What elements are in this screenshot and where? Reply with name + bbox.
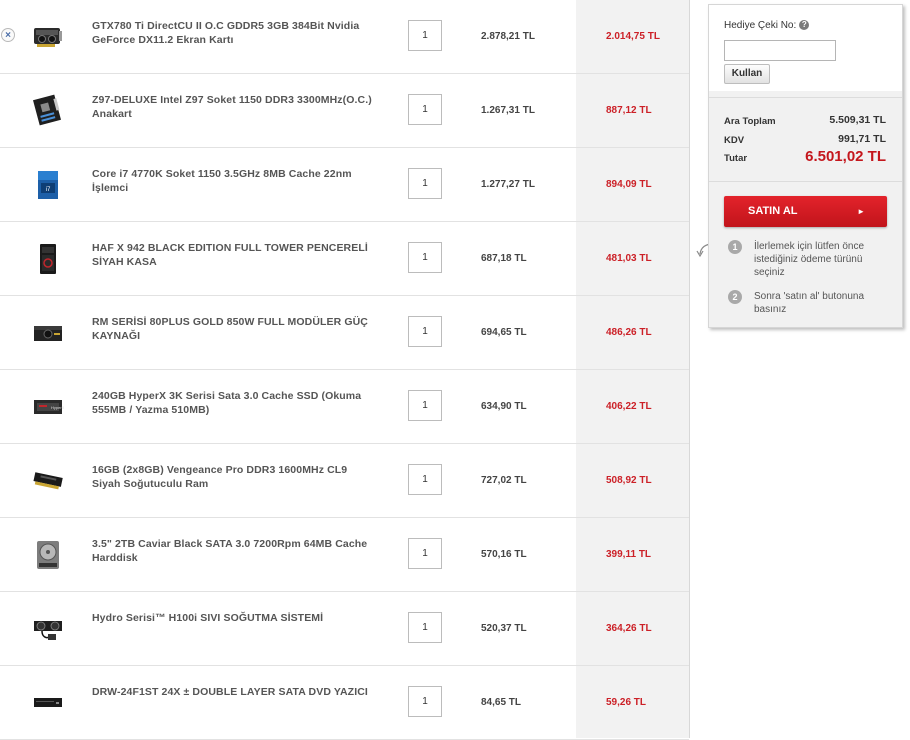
dvd-drive-icon[interactable] — [30, 685, 66, 721]
graphics-card-icon[interactable] — [30, 19, 66, 55]
ram-icon[interactable] — [30, 463, 66, 499]
cart-row: 16GB (2x8GB) Vengeance Pro DDR3 1600MHz … — [0, 444, 689, 518]
quantity-input[interactable]: 1 — [408, 464, 442, 495]
unit-price: 2.878,21 TL — [481, 31, 535, 42]
quantity-input[interactable]: 1 — [408, 20, 442, 51]
quantity-input[interactable]: 1 — [408, 242, 442, 273]
help-icon[interactable]: ? — [799, 20, 810, 31]
buy-button[interactable]: SATIN AL ► — [724, 196, 887, 227]
discounted-price: 894,09 TL — [606, 179, 652, 190]
quantity-input[interactable]: 1 — [408, 94, 442, 125]
ssd-icon[interactable]: HyperX — [30, 389, 66, 425]
product-name[interactable]: Z97-DELUXE Intel Z97 Soket 1150 DDR3 330… — [92, 94, 372, 121]
total-label: Tutar — [724, 153, 748, 164]
unit-price: 1.277,27 TL — [481, 179, 535, 190]
cart-row: RM SERİSİ 80PLUS GOLD 850W FULL MODÜLER … — [0, 296, 689, 370]
product-name[interactable]: 240GB HyperX 3K Serisi Sata 3.0 Cache SS… — [92, 390, 372, 417]
cart-row: 3.5" 2TB Caviar Black SATA 3.0 7200Rpm 6… — [0, 518, 689, 592]
discounted-price: 486,26 TL — [606, 327, 652, 338]
unit-price: 634,90 TL — [481, 401, 527, 412]
product-name[interactable]: Hydro Serisi™ H100i SIVI SOĞUTMA SİSTEMİ — [92, 612, 372, 626]
quantity-input[interactable]: 1 — [408, 612, 442, 643]
subtotal-value: 5.509,31 TL — [829, 114, 886, 126]
step-number-badge: 1 — [728, 240, 742, 254]
gift-voucher-label-text: Hediye Çeki No: — [724, 20, 797, 31]
unit-price: 520,37 TL — [481, 623, 527, 634]
cart-row: HAF X 942 BLACK EDITION FULL TOWER PENCE… — [0, 222, 689, 296]
step-number-badge: 2 — [728, 290, 742, 304]
product-name[interactable]: 16GB (2x8GB) Vengeance Pro DDR3 1600MHz … — [92, 464, 372, 491]
hard-disk-icon[interactable] — [30, 537, 66, 573]
motherboard-icon[interactable] — [30, 93, 66, 129]
quantity-input[interactable]: 1 — [408, 686, 442, 717]
unit-price: 687,18 TL — [481, 253, 527, 264]
quantity-input[interactable]: 1 — [408, 538, 442, 569]
discounted-price: 364,26 TL — [606, 623, 652, 634]
quantity-input[interactable]: 1 — [408, 390, 442, 421]
subtotal-label: Ara Toplam — [724, 116, 776, 127]
power-supply-icon[interactable] — [30, 315, 66, 351]
cart-row: HyperX 240GB HyperX 3K Serisi Sata 3.0 Ca… — [0, 370, 689, 444]
gift-voucher-label: Hediye Çeki No:? — [724, 20, 810, 31]
discounted-price: 399,11 TL — [606, 549, 652, 560]
unit-price: 1.267,31 TL — [481, 105, 535, 116]
play-arrow-icon: ► — [857, 207, 865, 216]
cpu-box-icon[interactable]: i7 — [30, 167, 66, 203]
pc-case-icon[interactable] — [30, 241, 66, 277]
product-name[interactable]: Core i7 4770K Soket 1150 3.5GHz 8MB Cach… — [92, 168, 372, 195]
discounted-price: 2.014,75 TL — [606, 31, 660, 42]
discounted-price: 59,26 TL — [606, 697, 647, 708]
liquid-cooler-icon[interactable] — [30, 611, 66, 647]
product-name[interactable]: 3.5" 2TB Caviar Black SATA 3.0 7200Rpm 6… — [92, 538, 372, 565]
tax-value: 991,71 TL — [838, 133, 886, 145]
discounted-price: 887,12 TL — [606, 105, 652, 116]
step-text: İlerlemek için lütfen önce istediğiniz ö… — [754, 241, 865, 278]
buy-button-label: SATIN AL — [748, 205, 798, 217]
unit-price: 84,65 TL — [481, 697, 522, 708]
unit-price: 570,16 TL — [481, 549, 527, 560]
product-name[interactable]: DRW-24F1ST 24X ± DOUBLE LAYER SATA DVD Y… — [92, 686, 372, 700]
product-name[interactable]: HAF X 942 BLACK EDITION FULL TOWER PENCE… — [92, 242, 372, 269]
gift-voucher-input[interactable] — [724, 40, 836, 61]
quantity-input[interactable]: 1 — [408, 168, 442, 199]
divider — [709, 97, 902, 98]
product-name[interactable]: GTX780 Ti DirectCU II O.C GDDR5 3GB 384B… — [92, 20, 372, 47]
cart-divider — [689, 0, 690, 738]
cart-row: × GTX780 Ti DirectCU II O.C GDDR5 3GB 384… — [0, 0, 689, 74]
tax-label: KDV — [724, 135, 745, 146]
divider — [709, 181, 902, 182]
cart-table: × GTX780 Ti DirectCU II O.C GDDR5 3GB 384… — [0, 0, 690, 740]
discounted-price: 508,92 TL — [606, 475, 652, 486]
remove-item-icon[interactable]: × — [1, 28, 15, 42]
order-summary-panel: Hediye Çeki No:? Kullan Ara Toplam 5.509… — [708, 4, 903, 328]
quantity-input[interactable]: 1 — [408, 316, 442, 347]
product-name[interactable]: RM SERİSİ 80PLUS GOLD 850W FULL MODÜLER … — [92, 316, 372, 343]
discounted-price: 406,22 TL — [606, 401, 652, 412]
svg-text:i7: i7 — [46, 187, 51, 193]
gift-voucher-section: Hediye Çeki No:? Kullan — [709, 5, 902, 91]
svg-text:HyperX: HyperX — [51, 405, 65, 410]
unit-price: 727,02 TL — [481, 475, 527, 486]
apply-voucher-button[interactable]: Kullan — [724, 64, 770, 84]
cart-row: DRW-24F1ST 24X ± DOUBLE LAYER SATA DVD Y… — [0, 666, 689, 740]
step-text: Sonra 'satın al' butonuna basınız — [754, 291, 865, 315]
discounted-price: 481,03 TL — [606, 253, 652, 264]
cart-row: i7 Core i7 4770K Soket 1150 3.5GHz 8MB Ca… — [0, 148, 689, 222]
unit-price: 694,65 TL — [481, 327, 527, 338]
total-value: 6.501,02 TL — [805, 148, 886, 165]
cart-row: Hydro Serisi™ H100i SIVI SOĞUTMA SİSTEMİ… — [0, 592, 689, 666]
cart-row: Z97-DELUXE Intel Z97 Soket 1150 DDR3 330… — [0, 74, 689, 148]
